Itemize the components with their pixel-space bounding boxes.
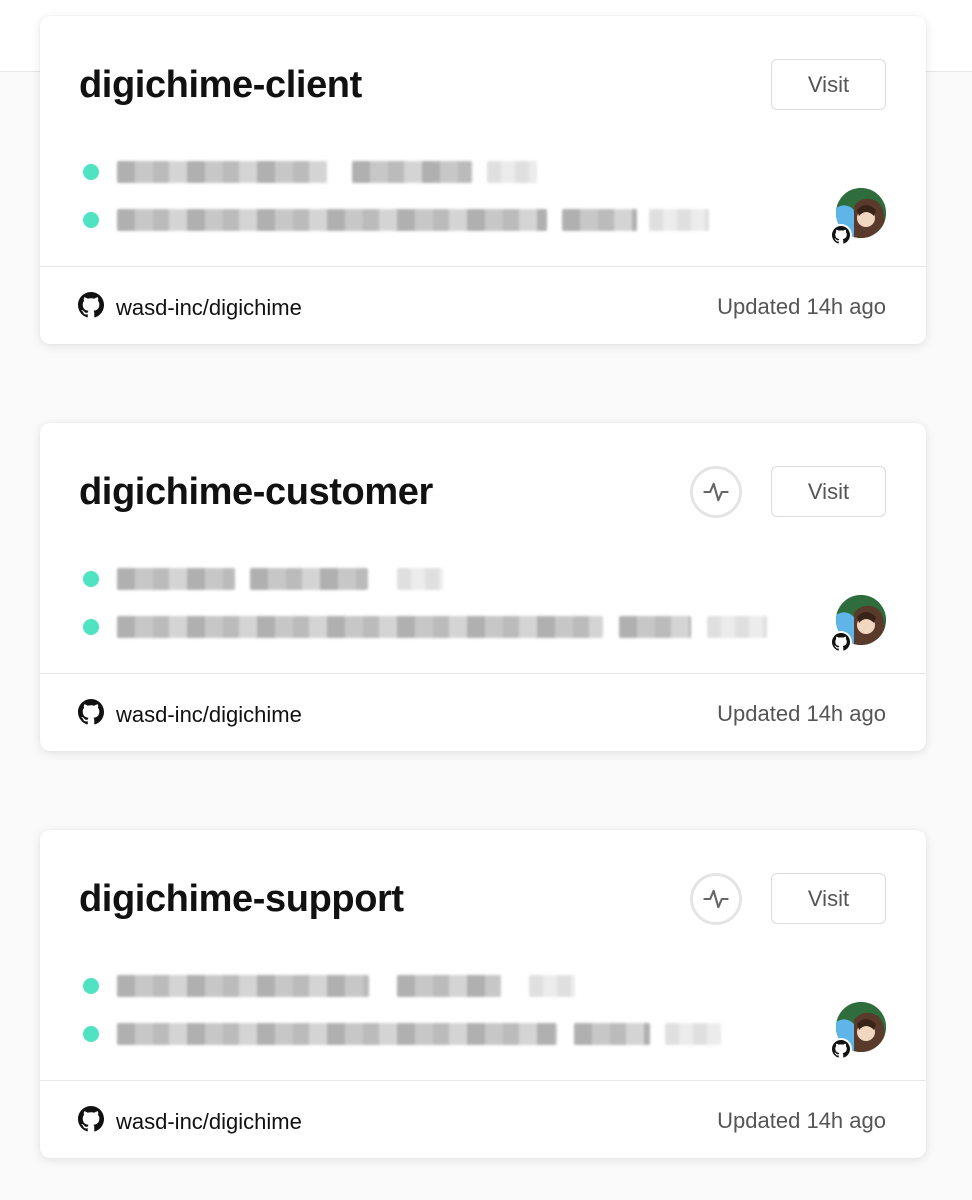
status-dot — [83, 978, 99, 994]
github-icon — [830, 631, 852, 653]
repo-name[interactable]: wasd-inc/digichime — [116, 1109, 302, 1135]
status-dot — [83, 571, 99, 587]
status-dot — [83, 212, 99, 228]
github-icon — [78, 1106, 104, 1137]
repo-link[interactable]: wasd-inc/digichime — [78, 292, 302, 323]
user-avatar[interactable] — [830, 1002, 886, 1060]
card-footer: wasd-inc/digichime Updated 14h ago — [40, 266, 926, 344]
visit-button[interactable]: Visit — [771, 466, 886, 517]
card-footer: wasd-inc/digichime Updated 14h ago — [40, 1080, 926, 1158]
project-card[interactable]: digichime-support Visit wasd-inc/digichi… — [40, 830, 926, 1158]
github-icon — [830, 1038, 852, 1060]
github-icon — [78, 292, 104, 323]
github-icon — [78, 699, 104, 730]
card-header: digichime-client Visit — [40, 16, 926, 266]
activity-pulse-icon[interactable] — [690, 466, 742, 518]
project-name[interactable]: digichime-support — [79, 878, 404, 921]
user-avatar[interactable] — [830, 595, 886, 653]
repo-name[interactable]: wasd-inc/digichime — [116, 295, 302, 321]
project-name[interactable]: digichime-customer — [79, 471, 433, 514]
activity-pulse-icon[interactable] — [690, 873, 742, 925]
project-card[interactable]: digichime-client Visit wasd-inc/digichim… — [40, 16, 926, 344]
user-avatar[interactable] — [830, 188, 886, 246]
card-header: digichime-customer Visit — [40, 423, 926, 673]
card-footer: wasd-inc/digichime Updated 14h ago — [40, 673, 926, 751]
repo-link[interactable]: wasd-inc/digichime — [78, 699, 302, 730]
status-dot — [83, 164, 99, 180]
updated-time: Updated 14h ago — [717, 701, 886, 726]
status-dot — [83, 1026, 99, 1042]
repo-name[interactable]: wasd-inc/digichime — [116, 702, 302, 728]
status-dot — [83, 619, 99, 635]
project-name[interactable]: digichime-client — [79, 64, 362, 107]
project-card[interactable]: digichime-customer Visit wasd-inc/digich… — [40, 423, 926, 751]
visit-button[interactable]: Visit — [771, 59, 886, 110]
visit-button[interactable]: Visit — [771, 873, 886, 924]
card-header: digichime-support Visit — [40, 830, 926, 1080]
repo-link[interactable]: wasd-inc/digichime — [78, 1106, 302, 1137]
github-icon — [830, 224, 852, 246]
updated-time: Updated 14h ago — [717, 1108, 886, 1133]
updated-time: Updated 14h ago — [717, 294, 886, 319]
